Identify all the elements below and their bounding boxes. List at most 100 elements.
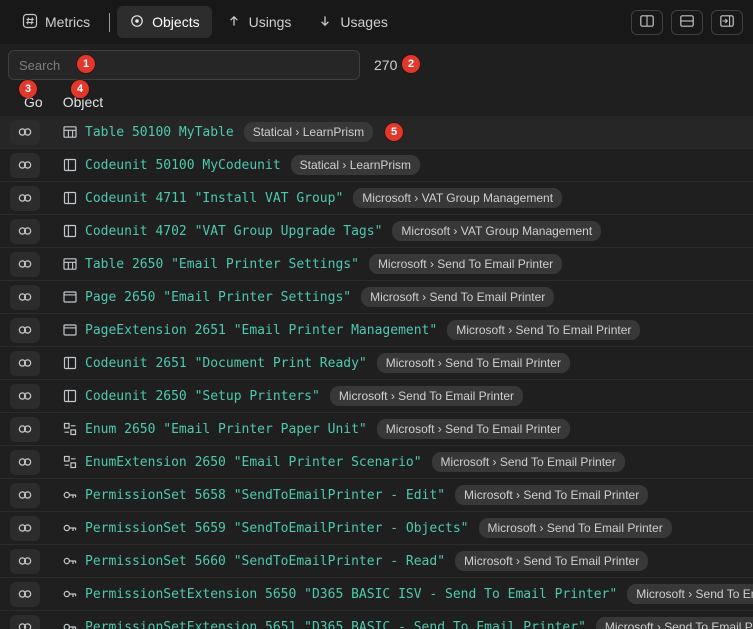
table-row[interactable]: PermissionSetExtension 5651 "D365 BASIC … — [0, 611, 753, 629]
namespace-badge: Microsoft › Send To Email Printer — [377, 353, 570, 373]
tab-objects-label: Objects — [152, 14, 199, 30]
table-object-icon — [62, 256, 78, 272]
annotation-badge-search: 1 — [77, 55, 95, 73]
go-to-definition-button[interactable] — [10, 219, 40, 244]
go-to-definition-button[interactable] — [10, 417, 40, 442]
go-to-definition-button[interactable] — [10, 120, 40, 145]
link-icon — [17, 322, 33, 338]
annotation-badge-go-column: 3 — [19, 80, 37, 98]
namespace-badge: Microsoft › Send To Email Printer — [432, 452, 625, 472]
search-row: 270 — [0, 44, 753, 84]
object-label: Page 2650 "Email Printer Settings" — [85, 290, 351, 305]
codeunit-object-icon — [62, 190, 78, 206]
tab-objects[interactable]: Objects — [117, 6, 211, 38]
annotation-badge: 5 — [385, 123, 403, 141]
object-label: Codeunit 2651 "Document Print Ready" — [85, 356, 367, 371]
table-row[interactable]: Codeunit 4702 "VAT Group Upgrade Tags" M… — [0, 215, 753, 248]
object-list: Table 50100 MyTable Statical › LearnPris… — [0, 116, 753, 629]
go-to-definition-button[interactable] — [10, 483, 40, 508]
table-row[interactable]: PermissionSet 5658 "SendToEmailPrinter -… — [0, 479, 753, 512]
object-label: PermissionSetExtension 5651 "D365 BASIC … — [85, 620, 586, 629]
table-row[interactable]: Page 2650 "Email Printer Settings" Micro… — [0, 281, 753, 314]
object-label: Codeunit 4711 "Install VAT Group" — [85, 191, 343, 206]
result-count: 270 — [374, 57, 397, 73]
link-icon — [17, 355, 33, 371]
table-row[interactable]: EnumExtension 2650 "Email Printer Scenar… — [0, 446, 753, 479]
split-editor-horizontal-button[interactable] — [671, 10, 703, 35]
go-to-definition-button[interactable] — [10, 582, 40, 607]
go-to-definition-button[interactable] — [10, 384, 40, 409]
go-to-definition-button[interactable] — [10, 285, 40, 310]
table-row[interactable]: Enum 2650 "Email Printer Paper Unit" Mic… — [0, 413, 753, 446]
table-row[interactable]: PermissionSet 5659 "SendToEmailPrinter -… — [0, 512, 753, 545]
al-object-browser-window: Metrics Objects Usings — [0, 0, 753, 629]
permissionsetextension-object-icon — [62, 619, 78, 629]
namespace-badge: Microsoft › Send To Email Printer — [455, 551, 648, 571]
table-row[interactable]: Table 50100 MyTable Statical › LearnPris… — [0, 116, 753, 149]
go-to-definition-button[interactable] — [10, 516, 40, 541]
codeunit-object-icon — [62, 223, 78, 239]
link-icon — [17, 388, 33, 404]
permissionsetextension-object-icon — [62, 586, 78, 602]
link-icon — [17, 124, 33, 140]
annotation-badge-object-column: 4 — [71, 80, 89, 98]
link-icon — [17, 289, 33, 305]
go-to-definition-button[interactable] — [10, 615, 40, 629]
go-to-definition-button[interactable] — [10, 318, 40, 343]
object-label: Enum 2650 "Email Printer Paper Unit" — [85, 422, 367, 437]
codeunit-object-icon — [62, 355, 78, 371]
toggle-panel-right-button[interactable] — [711, 10, 743, 35]
object-label: PermissionSet 5659 "SendToEmailPrinter -… — [85, 521, 469, 536]
namespace-badge: Microsoft › Send To Email Printer — [330, 386, 523, 406]
tab-usages[interactable]: Usages — [305, 6, 399, 38]
table-row[interactable]: PermissionSet 5660 "SendToEmailPrinter -… — [0, 545, 753, 578]
tab-metrics-label: Metrics — [45, 14, 90, 30]
table-row[interactable]: PermissionSetExtension 5650 "D365 BASIC … — [0, 578, 753, 611]
table-object-icon — [62, 124, 78, 140]
object-label: Codeunit 4702 "VAT Group Upgrade Tags" — [85, 224, 382, 239]
topbar: Metrics Objects Usings — [0, 0, 753, 44]
object-label: EnumExtension 2650 "Email Printer Scenar… — [85, 455, 422, 470]
table-row[interactable]: Codeunit 2651 "Document Print Ready" Mic… — [0, 347, 753, 380]
go-to-definition-button[interactable] — [10, 186, 40, 211]
target-icon — [129, 13, 145, 32]
codeunit-object-icon — [62, 388, 78, 404]
permissionset-object-icon — [62, 553, 78, 569]
go-to-definition-button[interactable] — [10, 153, 40, 178]
annotation-badge-count: 2 — [402, 55, 420, 73]
table-row[interactable]: Codeunit 4711 "Install VAT Group" Micros… — [0, 182, 753, 215]
link-icon — [17, 454, 33, 470]
go-to-definition-button[interactable] — [10, 549, 40, 574]
namespace-badge: Microsoft › Send To Email Printer — [377, 419, 570, 439]
tab-usages-label: Usages — [340, 14, 387, 30]
object-label: Codeunit 2650 "Setup Printers" — [85, 389, 320, 404]
pageextension-object-icon — [62, 322, 78, 338]
namespace-badge: Microsoft › Send To Email Printer — [627, 584, 753, 604]
namespace-badge: Microsoft › VAT Group Management — [353, 188, 562, 208]
go-to-definition-button[interactable] — [10, 351, 40, 376]
search-input[interactable] — [8, 50, 360, 80]
tab-divider — [109, 13, 110, 32]
link-icon — [17, 586, 33, 602]
object-label: PermissionSet 5658 "SendToEmailPrinter -… — [85, 488, 445, 503]
tab-metrics[interactable]: Metrics — [10, 6, 102, 38]
link-icon — [17, 157, 33, 173]
tab-usings[interactable]: Usings — [214, 6, 304, 38]
split-editor-vertical-button[interactable] — [631, 10, 663, 35]
object-label: Table 2650 "Email Printer Settings" — [85, 257, 359, 272]
table-row[interactable]: PageExtension 2651 "Email Printer Manage… — [0, 314, 753, 347]
object-label: PermissionSetExtension 5650 "D365 BASIC … — [85, 587, 617, 602]
link-icon — [17, 619, 33, 629]
table-row[interactable]: Table 2650 "Email Printer Settings" Micr… — [0, 248, 753, 281]
table-row[interactable]: Codeunit 50100 MyCodeunit Statical › Lea… — [0, 149, 753, 182]
page-object-icon — [62, 289, 78, 305]
namespace-badge: Microsoft › Send To Email Printer — [361, 287, 554, 307]
namespace-badge: Microsoft › Send To Email Printer — [596, 617, 753, 629]
go-to-definition-button[interactable] — [10, 450, 40, 475]
namespace-badge: Microsoft › Send To Email Printer — [479, 518, 672, 538]
go-to-definition-button[interactable] — [10, 252, 40, 277]
namespace-badge: Microsoft › Send To Email Printer — [455, 485, 648, 505]
link-icon — [17, 520, 33, 536]
hash-icon — [22, 13, 38, 32]
table-row[interactable]: Codeunit 2650 "Setup Printers" Microsoft… — [0, 380, 753, 413]
